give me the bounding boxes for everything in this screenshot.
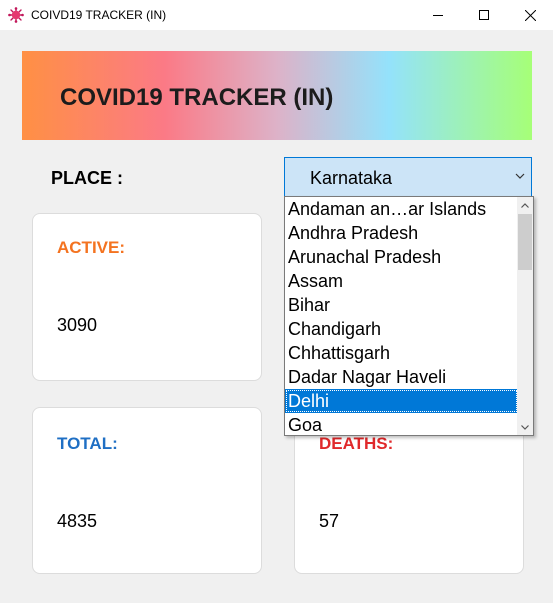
chevron-down-icon <box>515 173 525 179</box>
place-label: PLACE : <box>51 168 123 188</box>
chevron-up-icon <box>521 202 529 208</box>
dropdown-option[interactable]: Assam <box>285 269 518 293</box>
total-value: 4835 <box>57 511 98 531</box>
active-label: ACTIVE: <box>57 238 125 257</box>
maximize-button[interactable] <box>461 0 507 30</box>
dropdown-option[interactable]: Chandigarh <box>285 317 518 341</box>
place-select-value: Karnataka <box>310 168 393 188</box>
scroll-down-button[interactable] <box>517 419 533 435</box>
dropdown-option[interactable]: Andaman an…ar Islands <box>285 197 518 221</box>
dropdown-option[interactable]: Chhattisgarh <box>285 341 518 365</box>
dropdown-scrollbar[interactable] <box>517 197 533 435</box>
header-banner: COVID19 TRACKER (IN) <box>22 51 532 140</box>
window-title: COIVD19 TRACKER (IN) <box>31 8 167 22</box>
dropdown-option[interactable]: Andhra Pradesh <box>285 221 518 245</box>
place-dropdown-list[interactable]: Andaman an…ar Islands Andhra Pradesh Aruna… <box>284 196 534 436</box>
deaths-value: 57 <box>319 511 340 531</box>
active-card: ACTIVE: 3090 <box>32 213 262 381</box>
scrollbar-thumb[interactable] <box>518 214 532 270</box>
close-icon <box>524 9 536 21</box>
active-value: 3090 <box>57 315 98 335</box>
chevron-down-icon <box>521 424 529 430</box>
scroll-up-button[interactable] <box>517 197 533 213</box>
deaths-label: DEATHS: <box>319 434 394 453</box>
dropdown-option[interactable]: Goa <box>285 413 518 435</box>
banner-title: COVID19 TRACKER (IN) <box>60 84 334 111</box>
maximize-icon <box>479 10 489 20</box>
dropdown-option[interactable]: Delhi <box>285 389 518 413</box>
place-select[interactable]: Karnataka <box>284 157 532 197</box>
dropdown-option[interactable]: Arunachal Pradesh <box>285 245 518 269</box>
title-bar: COIVD19 TRACKER (IN) <box>0 0 553 30</box>
minimize-button[interactable] <box>415 0 461 30</box>
virus-icon <box>8 7 24 23</box>
total-card: TOTAL: 4835 <box>32 407 262 574</box>
close-button[interactable] <box>507 0 553 30</box>
dropdown-options: Andaman an…ar Islands Andhra Pradesh Aruna… <box>285 197 518 435</box>
dropdown-option[interactable]: Bihar <box>285 293 518 317</box>
dropdown-option[interactable]: Dadar Nagar Haveli <box>285 365 518 389</box>
minimize-icon <box>433 15 443 16</box>
total-label: TOTAL: <box>57 434 118 453</box>
